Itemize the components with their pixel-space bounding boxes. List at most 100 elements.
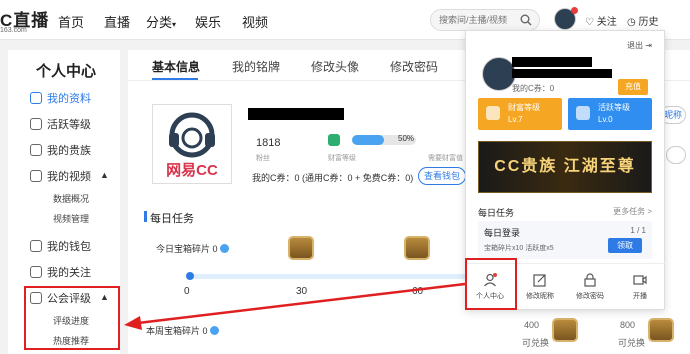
- logout-link[interactable]: 退出 ⇥: [627, 40, 652, 51]
- nav-category-label: 分类: [146, 15, 173, 30]
- active-card-title: 活跃等级: [598, 103, 630, 112]
- start-stream-shortcut[interactable]: 开播: [620, 264, 660, 312]
- history-link[interactable]: ◷ 历史: [627, 13, 659, 28]
- nav-entertainment[interactable]: 娱乐: [195, 12, 221, 31]
- user-avatar[interactable]: [554, 7, 578, 30]
- nav-live[interactable]: 直播: [104, 12, 130, 31]
- chest-icon[interactable]: [404, 236, 430, 260]
- progress-tick: 30: [296, 286, 308, 297]
- nav-home[interactable]: 首页: [58, 12, 84, 31]
- wealth-progress-fill: [352, 135, 384, 145]
- edit-nickname-label: 修改昵称: [526, 293, 554, 300]
- sidebar-title: 个人中心: [36, 63, 97, 80]
- login-task-reward: 宝箱碎片x10 活跃度x5: [484, 245, 554, 252]
- sidebar-item-label: 活跃等级: [47, 119, 91, 131]
- search-icon[interactable]: [520, 14, 532, 26]
- highlight-personal-center: [465, 258, 517, 310]
- nav-category[interactable]: 分类▾: [146, 12, 176, 31]
- nav-video[interactable]: 视频: [242, 12, 268, 31]
- sidebar-item-video[interactable]: 我的视频: [30, 168, 91, 184]
- edit-nickname-shortcut[interactable]: 修改昵称: [520, 264, 560, 312]
- lock-icon: [584, 273, 596, 287]
- tab-nameplate[interactable]: 我的铭牌: [232, 58, 280, 75]
- wealth-icon: [486, 106, 500, 120]
- info-icon[interactable]: [210, 326, 220, 335]
- more-tasks-link[interactable]: 更多任务 >: [613, 206, 652, 217]
- login-task-count: 1 / 1: [630, 226, 646, 235]
- logout-icon: ⇥: [645, 41, 652, 50]
- login-task-name: 每日登录: [484, 228, 521, 238]
- sidebar-item-label: 我的资料: [47, 93, 91, 105]
- follow-label: 关注: [596, 17, 617, 28]
- recharge-button[interactable]: 充值: [618, 79, 648, 95]
- today-chest-label: 今日宝箱碎片 0: [156, 242, 230, 255]
- chest-progress-dot: [186, 272, 194, 280]
- sidebar-item-label: 我的贵族: [47, 145, 91, 157]
- wealth-card-level: Lv.7: [508, 115, 523, 124]
- chest-icon[interactable]: [552, 318, 578, 342]
- heart-icon: ♡: [585, 17, 594, 28]
- progress-tick: 0: [184, 286, 190, 297]
- sidebar-sub-video-manage[interactable]: 视频管理: [53, 212, 89, 225]
- edit-icon: [533, 274, 546, 287]
- daily-task-title: 每日任务: [144, 210, 194, 226]
- chevron-down-icon: ▾: [172, 20, 177, 29]
- heart-icon: [30, 266, 42, 278]
- redacted-username: [512, 57, 592, 67]
- sidebar-item-follow[interactable]: 我的关注: [30, 264, 91, 280]
- activity-icon: [30, 118, 42, 130]
- search-input[interactable]: [431, 10, 521, 30]
- search-box: [430, 9, 540, 31]
- cc-coupon-line: 我的C券：0 (通用C券：0 + 免费C券：0): [252, 173, 414, 183]
- week-chest-label: 本周宝箱碎片 0: [146, 324, 220, 337]
- site-logo-sub: 163.com: [0, 27, 27, 34]
- chest-icon[interactable]: [648, 318, 674, 342]
- video-icon: [30, 170, 42, 182]
- wealth-label: 财富等级: [328, 155, 356, 162]
- sidebar-item-noble[interactable]: 我的贵族: [30, 142, 91, 158]
- wealth-card-title: 财富等级: [508, 103, 540, 112]
- chevron-up-icon[interactable]: ▲: [100, 170, 109, 180]
- view-wallet-button[interactable]: 查看钱包: [418, 167, 466, 185]
- sidebar-item-profile[interactable]: 我的资料: [30, 90, 91, 106]
- redacted-username: [248, 108, 344, 120]
- history-label: 历史: [638, 17, 659, 28]
- chest-icon[interactable]: [288, 236, 314, 260]
- side-action-button[interactable]: [666, 146, 686, 164]
- highlight-guild-submenu: [24, 286, 120, 350]
- sidebar-item-label: 我的关注: [47, 267, 91, 279]
- follow-link[interactable]: ♡ 关注: [585, 13, 617, 28]
- sidebar-item-label: 我的视频: [47, 171, 91, 183]
- wealth-level-card[interactable]: 财富等级 Lv.7: [478, 98, 562, 130]
- reward-label: 可兑换: [618, 338, 646, 348]
- wealth-percent: 50%: [398, 134, 415, 143]
- camera-icon: [633, 275, 647, 285]
- headphone-logo-icon: 网易CC: [166, 112, 218, 179]
- sidebar-item-wallet[interactable]: 我的钱包: [30, 238, 91, 254]
- noble-banner[interactable]: CC贵族 江湖至尊: [478, 141, 652, 193]
- fans-label: 粉丝: [256, 155, 270, 162]
- reward-label: 可兑换: [522, 338, 550, 348]
- logout-label: 退出: [627, 41, 644, 50]
- wealth-level-icon: [328, 134, 340, 146]
- start-stream-label: 开播: [633, 293, 647, 300]
- sidebar-item-label: 我的钱包: [47, 241, 91, 253]
- sidebar-sub-data[interactable]: 数据概况: [53, 192, 89, 205]
- tab-avatar[interactable]: 修改头像: [311, 58, 359, 75]
- redacted-info: [512, 69, 612, 78]
- info-icon[interactable]: [220, 244, 230, 253]
- sidebar-item-activity[interactable]: 活跃等级: [30, 116, 91, 132]
- login-task-box: 每日登录 1 / 1 宝箱碎片x10 活跃度x5 领取: [478, 221, 652, 259]
- fans-count: 1818: [256, 137, 281, 149]
- tab-basic-info[interactable]: 基本信息: [152, 58, 200, 75]
- dropdown-cc: 我的C券：0: [512, 84, 555, 93]
- profile-picture[interactable]: 网易CC: [152, 104, 232, 184]
- active-level-card[interactable]: 活跃等级 Lv.0: [568, 98, 652, 130]
- claim-button[interactable]: 领取: [608, 238, 642, 253]
- reward-points: 400: [524, 320, 540, 330]
- tab-password[interactable]: 修改密码: [390, 58, 438, 75]
- activity-icon: [576, 106, 590, 120]
- change-password-shortcut[interactable]: 修改密码: [570, 264, 610, 312]
- profile-logo-text: 网易CC: [166, 162, 218, 179]
- dropdown-avatar[interactable]: [482, 57, 516, 91]
